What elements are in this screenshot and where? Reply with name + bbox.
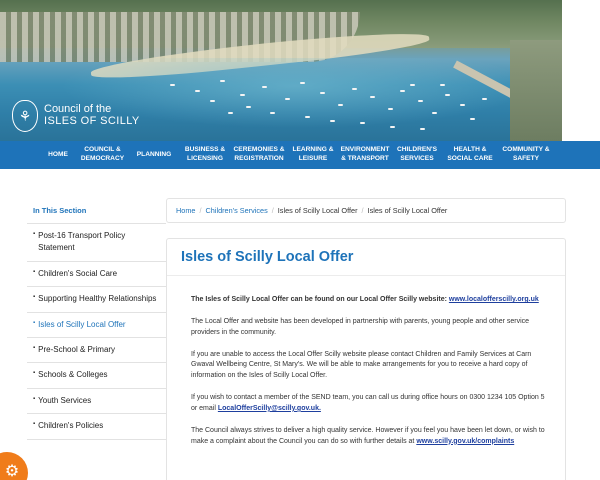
- boat-shape: [240, 94, 245, 96]
- boat-shape: [285, 98, 290, 100]
- hero-banner: ⚘ Council of the ISLES OF SCILLY: [0, 0, 600, 141]
- boat-shape: [400, 90, 405, 92]
- boat-shape: [460, 104, 465, 106]
- breadcrumb-separator: /: [271, 206, 274, 215]
- hero-harbour: [510, 40, 562, 141]
- boat-shape: [195, 90, 200, 92]
- boat-shape: [445, 94, 450, 96]
- bullet-icon: ▪: [33, 294, 36, 301]
- boat-shape: [370, 96, 375, 98]
- sidebar-item-label: Post-16 Transport Policy Statement: [38, 231, 126, 253]
- sidebar-item-label: Schools & Colleges: [38, 370, 108, 380]
- boat-shape: [360, 122, 365, 124]
- breadcrumb-parent[interactable]: Isles of Scilly Local Offer: [278, 206, 358, 215]
- local-offer-link[interactable]: www.localofferscilly.org.uk: [449, 296, 539, 303]
- sidebar-item[interactable]: ▪ Schools & Colleges: [27, 363, 166, 389]
- nav-ceremonies-registration[interactable]: CEREMONIES & REGISTRATION: [231, 141, 287, 169]
- boat-shape: [482, 98, 487, 100]
- bullet-icon: ▪: [33, 421, 36, 428]
- council-logo[interactable]: ⚘ Council of the ISLES OF SCILLY: [12, 100, 140, 132]
- sidebar-heading: In This Section: [27, 198, 166, 224]
- sidebar-item[interactable]: ▪ Children's Policies: [27, 414, 166, 440]
- boat-shape: [330, 120, 335, 122]
- boat-shape: [300, 82, 305, 84]
- bullet-icon: ▪: [33, 344, 36, 351]
- nav-home[interactable]: HOME: [40, 141, 76, 169]
- hero-edge: [562, 0, 600, 141]
- nav-community-safety[interactable]: COMMUNITY & SAFETY: [497, 141, 555, 169]
- sidebar-item[interactable]: ▪ Youth Services: [27, 389, 166, 415]
- breadcrumb-separator: /: [361, 206, 364, 215]
- main-content: Isles of Scilly Local Offer The Isles of…: [166, 238, 566, 480]
- nav-planning[interactable]: PLANNING: [129, 141, 179, 169]
- boat-shape: [432, 112, 437, 114]
- boat-shape: [262, 86, 267, 88]
- boat-shape: [270, 112, 275, 114]
- complaints-paragraph: The Council always strives to deliver a …: [191, 426, 551, 448]
- sidebar-list: ▪ Post-16 Transport Policy Statement ▪ Chil…: [27, 224, 166, 440]
- content-body: The Isles of Scilly Local Offer can be f…: [191, 295, 551, 458]
- sidebar-item-label: Supporting Healthy Relationships: [38, 294, 157, 304]
- breadcrumb-home[interactable]: Home: [176, 206, 195, 215]
- complaints-link[interactable]: www.scilly.gov.uk/complaints: [416, 438, 514, 445]
- boat-shape: [470, 118, 475, 120]
- intro-paragraph: The Isles of Scilly Local Offer can be f…: [191, 295, 551, 306]
- bullet-icon: ▪: [33, 319, 36, 326]
- bullet-icon: ▪: [33, 268, 36, 275]
- boat-shape: [420, 128, 425, 130]
- council-crest-icon: ⚘: [12, 100, 38, 132]
- nav-business-licensing[interactable]: BUSINESS & LICENSING: [179, 141, 231, 169]
- sidebar-item[interactable]: ▪ Supporting Healthy Relationships: [27, 287, 166, 313]
- main-navigation: HOME COUNCIL & DEMOCRACY PLANNING BUSINE…: [0, 141, 600, 169]
- sidebar-item-label: Children's Policies: [38, 421, 104, 431]
- nav-health-social-care[interactable]: HEALTH & SOCIAL CARE: [443, 141, 497, 169]
- bullet-icon: ▪: [33, 395, 36, 402]
- send-team-paragraph: If you wish to contact a member of the S…: [191, 393, 551, 415]
- breadcrumb: Home / Children's Services / Isles of Sc…: [166, 198, 566, 223]
- boat-shape: [210, 100, 215, 102]
- boat-shape: [170, 84, 175, 86]
- send-email-link[interactable]: LocalOfferScilly@scilly.gov.uk.: [218, 405, 321, 412]
- nav-childrens-services[interactable]: CHILDREN'S SERVICES: [391, 141, 443, 169]
- council-name-line2: ISLES OF SCILLY: [44, 115, 140, 127]
- sidebar-item[interactable]: ▪ Post-16 Transport Policy Statement: [27, 224, 166, 262]
- boat-shape: [228, 112, 233, 114]
- boat-shape: [246, 106, 251, 108]
- partnership-paragraph: The Local Offer and website has been dev…: [191, 317, 530, 336]
- nav-council-democracy[interactable]: COUNCIL & DEMOCRACY: [76, 141, 129, 169]
- intro-text: The Isles of Scilly Local Offer can be f…: [191, 296, 447, 303]
- gear-icon: ⚙: [4, 463, 20, 480]
- boat-shape: [418, 100, 423, 102]
- sidebar-item-label: Children's Social Care: [38, 268, 118, 278]
- contact-paragraph: If you are unable to access the Local Of…: [191, 350, 532, 380]
- accessibility-button[interactable]: ⚙: [0, 452, 28, 480]
- sidebar-item-label: Pre-School & Primary: [38, 344, 116, 354]
- breadcrumb-childrens-services[interactable]: Children's Services: [206, 206, 268, 215]
- sidebar-item[interactable]: ▪ Children's Social Care: [27, 262, 166, 288]
- section-sidebar: In This Section ▪ Post-16 Transport Polic…: [27, 198, 166, 440]
- boat-shape: [305, 116, 310, 118]
- boat-shape: [220, 80, 225, 82]
- sidebar-item[interactable]: ▪ Isles of Scilly Local Offer: [27, 313, 166, 338]
- nav-learning-leisure[interactable]: LEARNING & LEISURE: [287, 141, 339, 169]
- breadcrumb-separator: /: [199, 206, 202, 215]
- page-title: Isles of Scilly Local Offer: [181, 249, 354, 265]
- sidebar-item-label: Isles of Scilly Local Offer: [38, 319, 126, 329]
- council-name: Council of the ISLES OF SCILLY: [44, 104, 140, 127]
- boat-shape: [390, 126, 395, 128]
- boat-shape: [352, 88, 357, 90]
- boat-shape: [320, 92, 325, 94]
- sidebar-item-label: Youth Services: [38, 395, 92, 405]
- title-divider: [167, 275, 565, 276]
- sidebar-item[interactable]: ▪ Pre-School & Primary: [27, 338, 166, 364]
- bullet-icon: ▪: [33, 370, 36, 377]
- nav-environment-transport[interactable]: ENVIRONMENT & TRANSPORT: [339, 141, 391, 169]
- boat-shape: [440, 84, 445, 86]
- breadcrumb-current: Isles of Scilly Local Offer: [367, 206, 448, 215]
- bullet-icon: ▪: [33, 231, 36, 237]
- boat-shape: [338, 104, 343, 106]
- boat-shape: [410, 84, 415, 86]
- boat-shape: [388, 108, 393, 110]
